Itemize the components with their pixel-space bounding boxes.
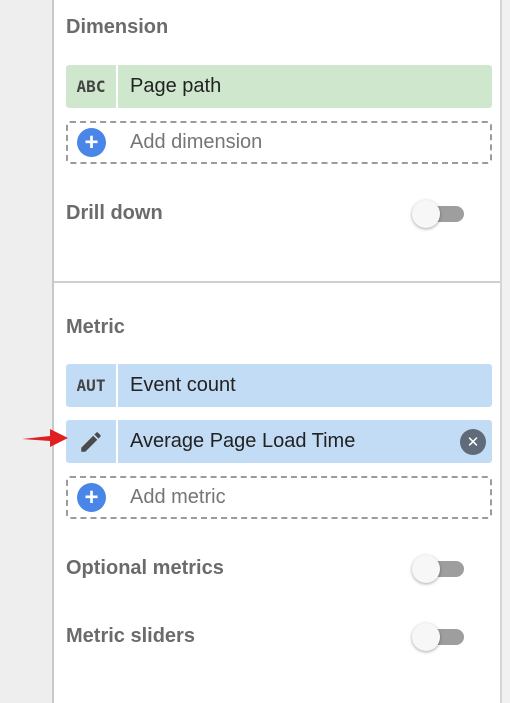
metric-type-badge: AUT	[66, 364, 118, 407]
toggle-knob	[412, 555, 440, 583]
metric-sliders-label: Metric sliders	[66, 625, 195, 647]
dimension-section-title: Dimension	[66, 16, 169, 38]
edit-metric-button[interactable]	[66, 420, 118, 463]
add-dimension-button[interactable]: + Add dimension	[66, 121, 492, 164]
add-circle-icon: +	[77, 483, 106, 512]
drill-down-toggle[interactable]	[412, 200, 468, 228]
left-gutter	[0, 0, 52, 703]
add-metric-button[interactable]: + Add metric	[66, 476, 492, 519]
section-divider	[54, 281, 500, 283]
optional-metrics-toggle[interactable]	[412, 555, 468, 583]
pencil-icon	[81, 431, 101, 452]
add-metric-label: Add metric	[130, 486, 226, 508]
add-dimension-label: Add dimension	[130, 131, 263, 153]
red-arrow-annotation-icon	[22, 429, 68, 447]
dimension-type-badge: ABC	[66, 65, 118, 108]
optional-metrics-label: Optional metrics	[66, 557, 224, 579]
dimension-chip-label: Page path	[130, 75, 222, 97]
metric-sliders-toggle[interactable]	[412, 623, 468, 651]
metric-chip-event-count[interactable]: AUT Event count	[66, 364, 492, 407]
metric-chip-label: Event count	[130, 374, 236, 396]
right-gutter	[502, 0, 510, 703]
properties-panel: Dimension ABC Page path + Add dimension …	[52, 0, 502, 703]
toggle-knob	[412, 200, 440, 228]
add-circle-icon: +	[77, 128, 106, 157]
dimension-chip-page-path[interactable]: ABC Page path	[66, 65, 492, 108]
metric-chip-average-page-load-time[interactable]: Average Page Load Time ✕	[66, 420, 492, 463]
toggle-knob	[412, 623, 440, 651]
metric-section-title: Metric	[66, 316, 125, 338]
metric-chip-label: Average Page Load Time	[130, 430, 356, 452]
remove-metric-icon[interactable]: ✕	[460, 428, 486, 455]
drill-down-label: Drill down	[66, 202, 163, 224]
